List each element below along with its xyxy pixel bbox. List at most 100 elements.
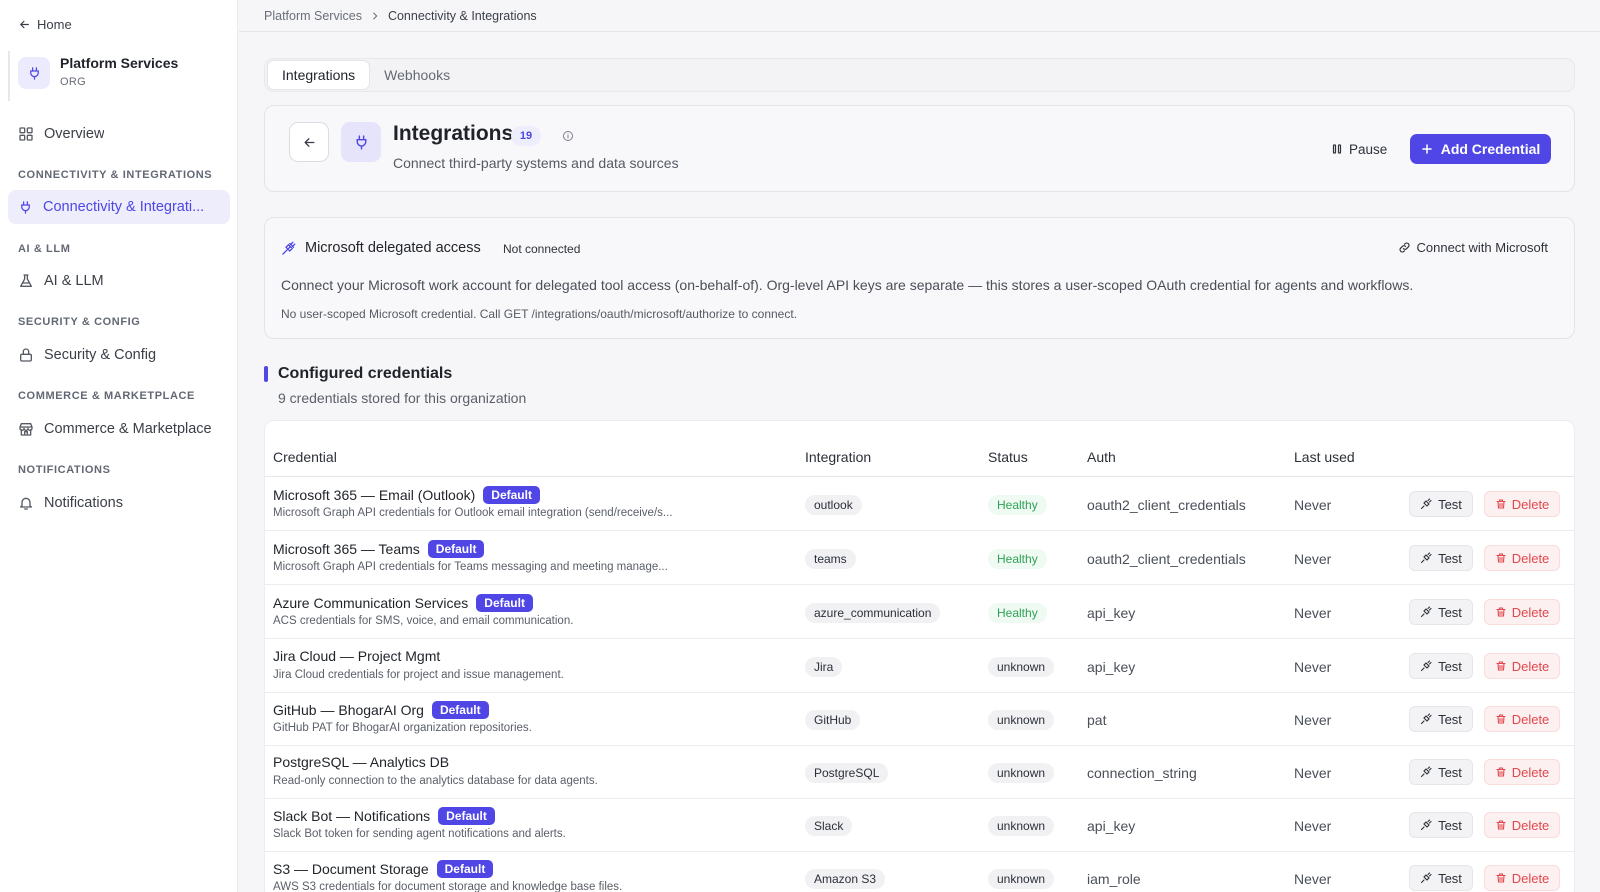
delete-button[interactable]: Delete: [1484, 653, 1560, 679]
delete-label: Delete: [1511, 658, 1550, 674]
delete-button[interactable]: Delete: [1484, 812, 1560, 838]
sidebar-item-commerce[interactable]: Commerce & Marketplace: [8, 412, 230, 446]
test-button[interactable]: Test: [1409, 706, 1473, 732]
auth-type: oauth2_client_credentials: [1087, 551, 1246, 567]
credential-name-cell: Microsoft 365 — Teams Default: [273, 540, 485, 558]
flask-icon: [18, 273, 34, 289]
add-credential-button[interactable]: Add Credential: [1410, 134, 1551, 164]
credential-name-cell: Microsoft 365 — Email (Outlook) Default: [273, 486, 540, 504]
trash-icon: [1495, 606, 1507, 618]
info-icon[interactable]: [562, 130, 574, 142]
default-badge: Default: [438, 807, 495, 825]
auth-type: connection_string: [1087, 765, 1197, 781]
plug-connect-icon: [1420, 552, 1432, 564]
sidebar-item-security[interactable]: Security & Config: [8, 338, 230, 372]
last-used: Never: [1294, 659, 1332, 675]
table-row[interactable]: Microsoft 365 — Email (Outlook) Default Mi…: [265, 477, 1574, 531]
nav-section-heading: COMMERCE & MARKETPLACE: [18, 390, 195, 402]
plus-icon: [1421, 143, 1433, 155]
column-header-auth: Auth: [1087, 449, 1116, 465]
auth-type: api_key: [1087, 818, 1136, 834]
credentials-table: Credential Integration Status Auth Last …: [264, 420, 1575, 892]
grid-icon: [18, 126, 34, 142]
store-icon: [18, 421, 34, 437]
delete-label: Delete: [1511, 870, 1550, 886]
plug-icon: [341, 122, 381, 162]
test-button[interactable]: Test: [1409, 491, 1473, 517]
credential-name: PostgreSQL — Analytics DB: [273, 754, 450, 770]
credential-description: Jira Cloud credentials for project and i…: [273, 669, 564, 681]
test-button[interactable]: Test: [1409, 812, 1473, 838]
test-button[interactable]: Test: [1409, 653, 1473, 679]
back-button[interactable]: [289, 122, 329, 162]
test-button[interactable]: Test: [1409, 865, 1473, 891]
credential-name: Jira Cloud — Project Mgmt: [273, 648, 441, 664]
delete-button[interactable]: Delete: [1484, 759, 1560, 785]
default-badge: Default: [476, 594, 533, 612]
test-button[interactable]: Test: [1409, 545, 1473, 571]
credential-name: Microsoft 365 — Teams: [273, 541, 420, 557]
tab-webhooks[interactable]: Webhooks: [370, 60, 464, 90]
plug-connect-icon: [1420, 498, 1432, 510]
integration-pill: GitHub: [805, 710, 861, 730]
integration-pill: Amazon S3: [805, 869, 886, 889]
connect-microsoft-button[interactable]: Connect with Microsoft: [1398, 240, 1548, 255]
delete-label: Delete: [1511, 817, 1550, 833]
breadcrumb-current: Connectivity & Integrations: [387, 8, 537, 23]
delete-button[interactable]: Delete: [1484, 599, 1560, 625]
plug-icon: [18, 200, 33, 215]
pause-icon: [1331, 143, 1343, 155]
credential-description: GitHub PAT for BhogarAI organization rep…: [273, 722, 532, 734]
test-label: Test: [1438, 550, 1462, 566]
column-header-status: Status: [988, 449, 1028, 465]
table-row[interactable]: Microsoft 365 — Teams Default Microsoft Gr…: [265, 531, 1574, 585]
sidebar-item-label: Notifications: [44, 495, 123, 511]
delete-button[interactable]: Delete: [1484, 706, 1560, 732]
last-used: Never: [1294, 551, 1332, 567]
status-badge: Healthy: [988, 603, 1047, 623]
section-title: Configured credentials: [278, 365, 453, 382]
test-label: Test: [1438, 711, 1462, 727]
sidebar-item-label: Connectivity & Integrati...: [43, 199, 205, 215]
integration-pill: PostgreSQL: [805, 763, 889, 783]
table-row[interactable]: PostgreSQL — Analytics DB Read-only conne…: [265, 745, 1574, 799]
sidebar-item-connectivity[interactable]: Connectivity & Integrati...: [8, 190, 230, 224]
sidebar-item-ai-llm[interactable]: AI & LLM: [8, 264, 230, 298]
pause-button[interactable]: Pause: [1331, 134, 1387, 164]
auth-type: pat: [1087, 712, 1107, 728]
org-switcher[interactable]: Platform Services ORG: [8, 51, 230, 101]
trash-icon: [1495, 498, 1507, 510]
page-subtitle: Connect third-party systems and data sou…: [393, 155, 679, 171]
table-row[interactable]: Azure Communication Services Default ACS c…: [265, 585, 1574, 639]
nav-section-heading: NOTIFICATIONS: [18, 464, 111, 476]
column-header-credential: Credential: [273, 449, 337, 465]
table-row[interactable]: Jira Cloud — Project Mgmt Jira Cloud cred…: [265, 639, 1574, 693]
table-row[interactable]: S3 — Document Storage Default AWS S3 crede…: [265, 851, 1574, 892]
delete-button[interactable]: Delete: [1484, 865, 1560, 891]
integration-pill: Slack: [805, 816, 853, 836]
delete-button[interactable]: Delete: [1484, 545, 1560, 571]
tab-bar: Integrations Webhooks: [264, 58, 1575, 92]
sidebar-item-notifications[interactable]: Notifications: [8, 486, 230, 520]
table-row[interactable]: Slack Bot — Notifications Default Slack Bo…: [265, 798, 1574, 852]
sidebar-item-label: AI & LLM: [44, 273, 104, 289]
last-used: Never: [1294, 818, 1332, 834]
test-label: Test: [1438, 817, 1462, 833]
test-button[interactable]: Test: [1409, 759, 1473, 785]
test-button[interactable]: Test: [1409, 599, 1473, 625]
test-label: Test: [1438, 496, 1462, 512]
sidebar-item-overview[interactable]: Overview: [8, 117, 230, 151]
test-label: Test: [1438, 870, 1462, 886]
last-used: Never: [1294, 712, 1332, 728]
credential-description: Microsoft Graph API credentials for Team…: [273, 561, 668, 573]
breadcrumb-parent[interactable]: Platform Services: [264, 9, 362, 23]
table-row[interactable]: GitHub — BhogarAI Org Default GitHub PAT f…: [265, 692, 1574, 746]
home-link[interactable]: Home: [18, 17, 72, 32]
integration-pill: teams: [805, 549, 856, 569]
delete-button[interactable]: Delete: [1484, 491, 1560, 517]
credential-description: Read-only connection to the analytics da…: [273, 775, 598, 787]
tab-integrations[interactable]: Integrations: [267, 60, 371, 90]
nav-section-heading: AI & LLM: [18, 243, 71, 255]
delete-label: Delete: [1511, 604, 1550, 620]
plug-connect-icon: [1420, 713, 1432, 725]
